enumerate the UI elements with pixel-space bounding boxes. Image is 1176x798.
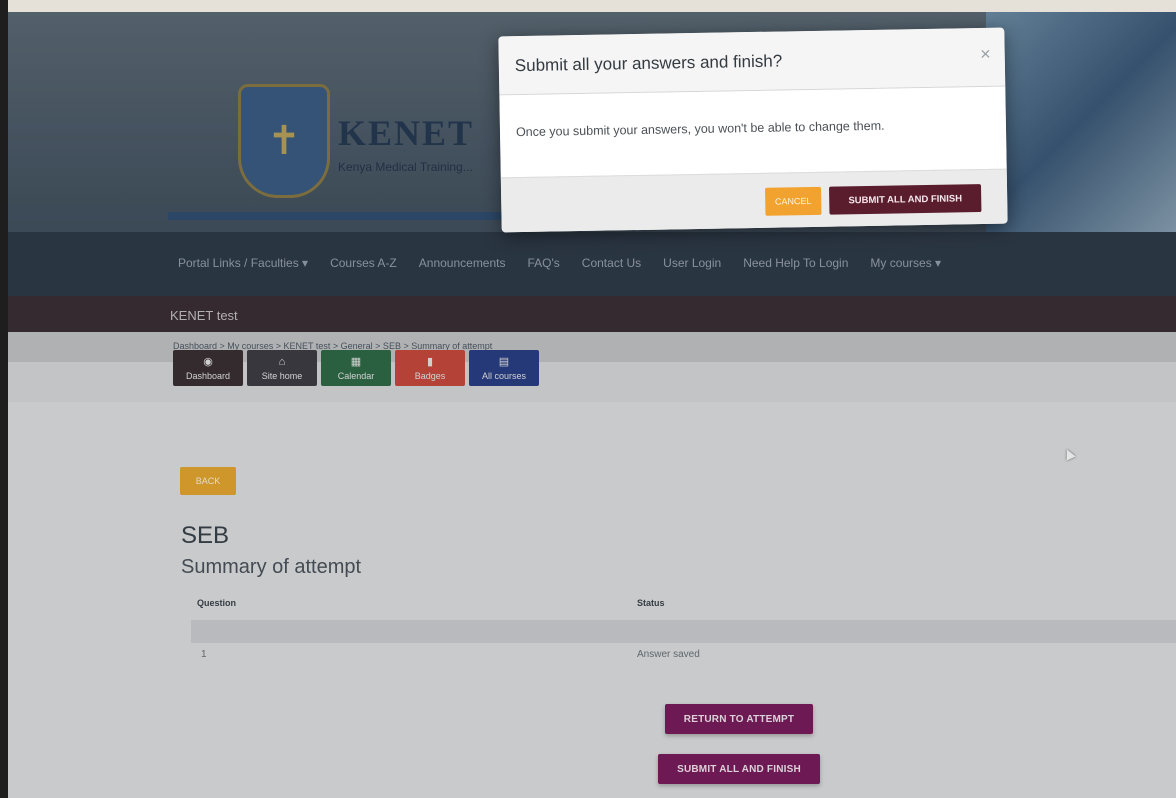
- dialog-header: Submit all your answers and finish? ×: [498, 27, 1006, 96]
- dialog-submit-all-and-finish-button[interactable]: SUBMIT ALL AND FINISH: [829, 184, 982, 215]
- cancel-button[interactable]: CANCEL: [765, 186, 822, 216]
- dialog-title: Submit all your answers and finish?: [514, 51, 783, 76]
- dialog-message: Once you submit your answers, you won't …: [515, 118, 885, 140]
- wall-background: [0, 0, 1176, 12]
- monitor-bezel: [0, 0, 8, 798]
- photo-frame: ✝ KENET Kenya Medical Training... Portal…: [0, 0, 1176, 798]
- dialog-body: Once you submit your answers, you won't …: [499, 86, 1007, 178]
- close-icon[interactable]: ×: [980, 44, 991, 65]
- dialog-footer: CANCEL SUBMIT ALL AND FINISH: [500, 168, 1008, 233]
- confirmation-dialog: Submit all your answers and finish? × On…: [498, 27, 1008, 233]
- browser-screen: ✝ KENET Kenya Medical Training... Portal…: [8, 12, 1176, 798]
